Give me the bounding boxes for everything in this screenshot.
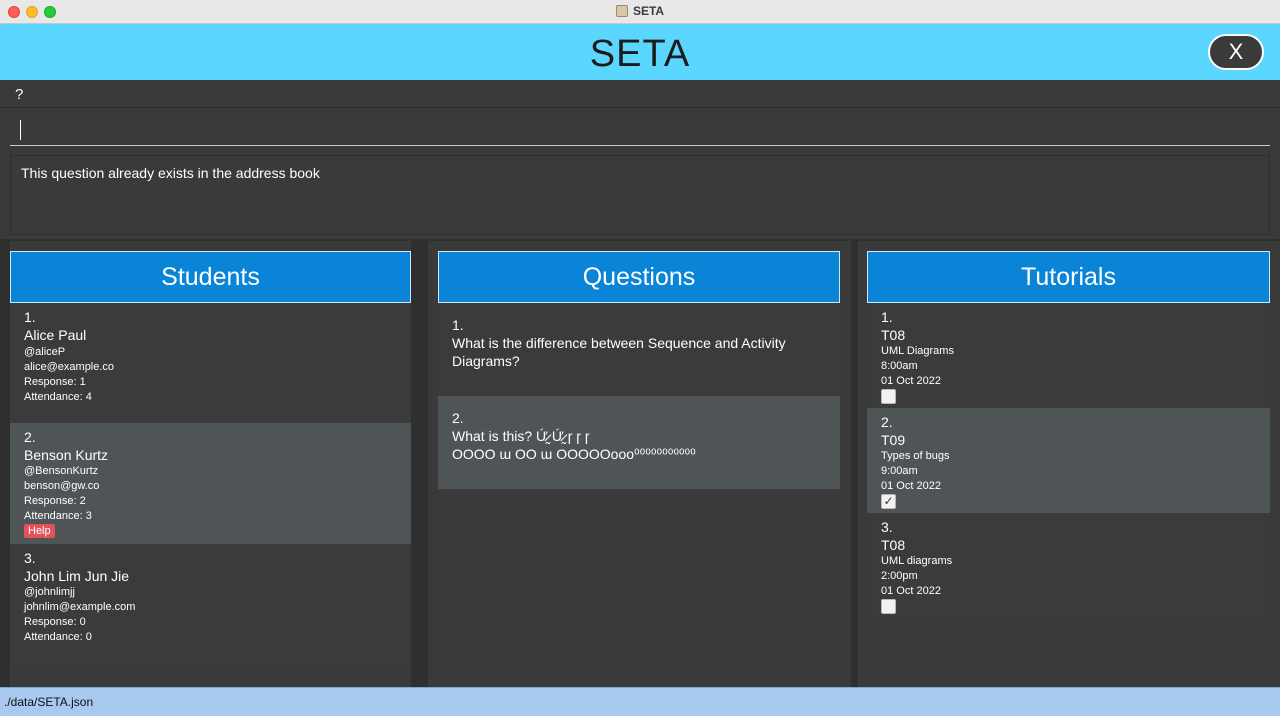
student-card[interactable]: 1. Alice Paul @aliceP alice@example.co R… [10, 303, 411, 423]
data-file-path: ./data/SETA.json [4, 695, 94, 709]
command-box[interactable] [10, 112, 1270, 146]
menu-bar: ? [0, 80, 1280, 108]
question-text-line-1: What is the difference between Sequence … [452, 335, 786, 351]
student-attendance: Attendance: 4 [24, 391, 92, 403]
student-email: benson@gw.co [24, 480, 100, 492]
tutorial-index: 3. [881, 519, 893, 535]
tutorials-heading: Tutorials [867, 251, 1270, 303]
tutorial-card[interactable]: 3. T08 UML diagrams 2:00pm 01 Oct 2022 [867, 513, 1270, 618]
question-card[interactable]: 1. What is the difference between Sequen… [438, 303, 840, 396]
student-index: 3. [24, 550, 36, 566]
student-attendance: Attendance: 0 [24, 631, 92, 643]
students-panel: Students 1. Alice Paul @aliceP alice@exa… [10, 241, 411, 687]
app-title: SETA [589, 33, 691, 75]
student-index: 2. [24, 429, 36, 445]
text-caret [20, 120, 21, 140]
question-text-line-2: OOOO ɯ OO ɯ OOOOOooo⁰⁰⁰⁰⁰⁰⁰⁰⁰⁰⁰ [452, 446, 696, 462]
student-name: Benson Kurtz [24, 447, 109, 463]
exit-button[interactable]: X [1208, 34, 1264, 70]
student-name: John Lim Jun Jie [24, 568, 130, 584]
tutorial-topic: Types of bugs [881, 450, 950, 462]
student-attendance: Attendance: 3 [24, 510, 92, 522]
questions-heading: Questions [438, 251, 840, 303]
tutorial-card[interactable]: 2. T09 Types of bugs 9:00am 01 Oct 2022 … [867, 408, 1270, 513]
students-heading: Students [10, 251, 411, 303]
question-text-line-1: What is this? Ứ̷̰ Ứ̷̰ ɼ ɼ ɼ [452, 428, 590, 444]
question-text-line-2: Diagrams? [452, 353, 520, 369]
student-index: 1. [24, 309, 36, 325]
student-handle: @BensonKurtz [24, 465, 99, 477]
student-handle: @johnlimjj [24, 586, 75, 598]
questions-panel: Questions 1. What is the difference betw… [428, 241, 851, 687]
question-index: 2. [452, 410, 464, 426]
question-card[interactable]: 2. What is this? Ứ̷̰ Ứ̷̰ ɼ ɼ ɼ OOOO ɯ OO… [438, 396, 840, 489]
student-email: johnlim@example.com [24, 601, 136, 613]
result-message: This question already exists in the addr… [21, 165, 320, 181]
student-response: Response: 2 [24, 495, 86, 507]
status-bar: ./data/SETA.json [0, 687, 1280, 716]
tutorial-time: 2:00pm [881, 570, 918, 582]
student-response: Response: 1 [24, 376, 86, 388]
help-menu[interactable]: ? [15, 86, 23, 103]
tutorial-done-checkbox[interactable] [881, 389, 896, 404]
command-input[interactable] [24, 116, 1254, 142]
checkmark-icon: ✓ [883, 494, 894, 508]
student-card[interactable]: 2. Benson Kurtz @BensonKurtz benson@gw.c… [10, 423, 411, 544]
student-card[interactable]: 3. John Lim Jun Jie @johnlimjj johnlim@e… [10, 544, 411, 664]
result-display: This question already exists in the addr… [10, 155, 1270, 235]
tutorial-card[interactable]: 1. T08 UML Diagrams 8:00am 01 Oct 2022 [867, 303, 1270, 408]
student-email: alice@example.co [24, 361, 115, 373]
tutorials-panel: Tutorials 1. T08 UML Diagrams 8:00am 01 … [858, 241, 1280, 687]
window-title: SETA [0, 4, 1280, 18]
tutorial-date: 01 Oct 2022 [881, 585, 941, 597]
tutorial-date: 01 Oct 2022 [881, 375, 941, 387]
window-title-text: SETA [632, 4, 665, 18]
tutorial-done-checkbox[interactable] [881, 599, 896, 614]
tutorial-done-checkbox[interactable]: ✓ [881, 494, 896, 509]
help-tag: Help [24, 524, 55, 538]
student-handle: @aliceP [24, 346, 66, 358]
student-response: Response: 0 [24, 616, 86, 628]
app-header: SETA [0, 24, 1280, 80]
tutorial-time: 9:00am [881, 465, 918, 477]
window-titlebar: SETA [0, 0, 1280, 24]
tutorial-index: 1. [881, 309, 893, 325]
tutorial-date: 01 Oct 2022 [881, 480, 941, 492]
tutorial-group: T08 [881, 327, 906, 343]
tutorial-group: T08 [881, 537, 906, 553]
app-icon [615, 5, 628, 17]
tutorial-time: 8:00am [881, 360, 918, 372]
tutorial-topic: UML Diagrams [881, 345, 954, 357]
tutorial-group: T09 [881, 432, 906, 448]
tutorial-topic: UML diagrams [881, 555, 953, 567]
tutorial-index: 2. [881, 414, 893, 430]
student-name: Alice Paul [24, 327, 87, 343]
question-index: 1. [452, 317, 464, 333]
